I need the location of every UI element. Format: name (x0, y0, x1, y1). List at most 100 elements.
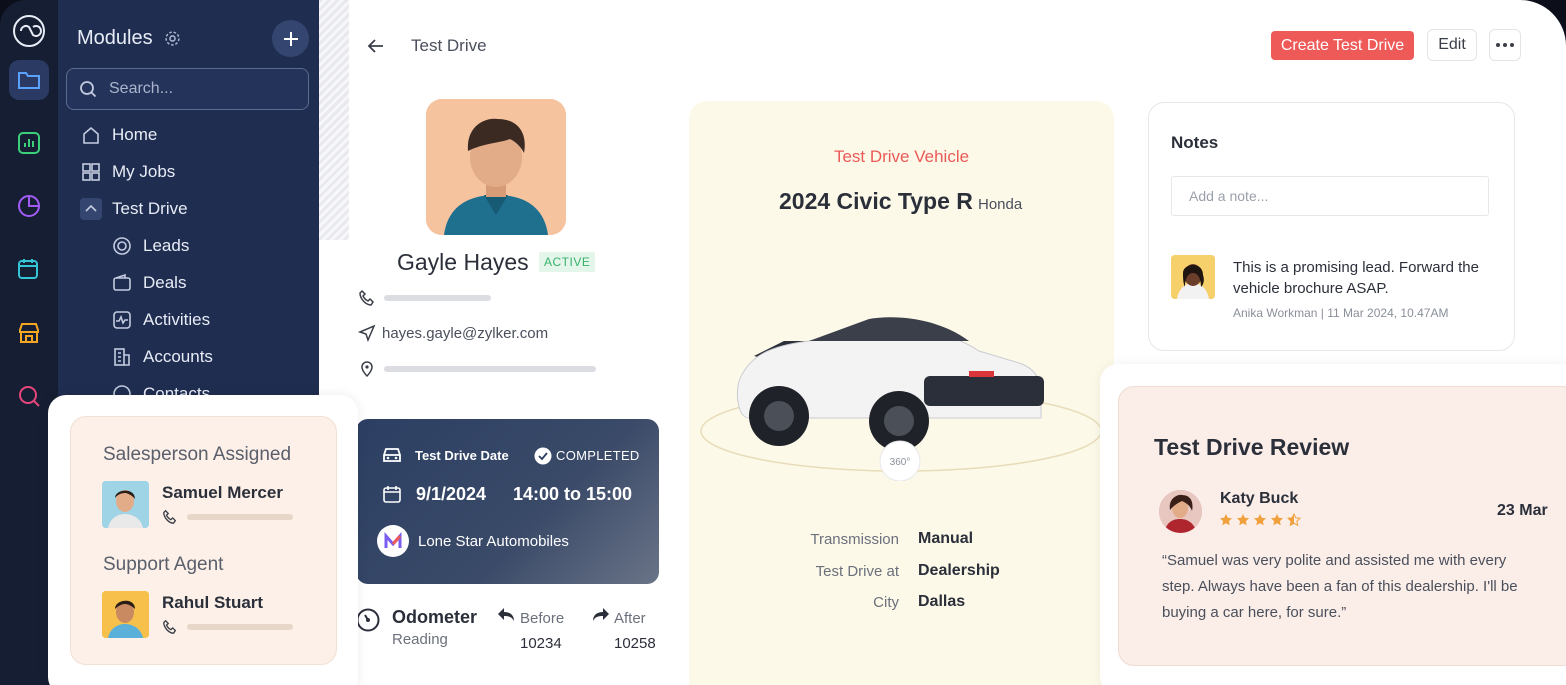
odometer-before-value: 10234 (520, 635, 562, 652)
dealer-name: Lone Star Automobiles (418, 533, 569, 550)
send-icon (358, 324, 376, 342)
test-drive-date-card: Test Drive Date COMPLETED 9/1/2024 14:00… (356, 419, 659, 584)
calendar-icon (383, 486, 401, 503)
note-author-avatar (1171, 255, 1215, 299)
review-quote: “Samuel was very polite and assisted me … (1162, 552, 1518, 621)
note-text: This is a promising lead. Forward the ve… (1233, 259, 1479, 297)
home-icon (80, 124, 102, 146)
grid-icon (80, 161, 102, 183)
store-icon[interactable] (9, 313, 49, 353)
sidebar-item-label: Accounts (143, 347, 213, 366)
odometer-after-label: After (614, 610, 646, 627)
add-note-input[interactable]: Add a note... (1171, 176, 1489, 216)
reviewer-avatar (1159, 490, 1202, 533)
wallet-icon (111, 272, 133, 294)
pie-chart-icon[interactable] (9, 186, 49, 226)
reviewer-name: Katy Buck (1220, 490, 1299, 507)
salesperson-phone (162, 509, 293, 525)
notes-card: Notes Add a note... This is a promising … (1148, 102, 1515, 351)
target-icon (111, 235, 133, 257)
sidebar-title: Modules (77, 27, 153, 49)
sidebar-item-label: Activities (143, 310, 211, 329)
phone-icon (163, 619, 177, 634)
spec-value-transmission: Manual (918, 530, 974, 547)
note-meta: Anika Workman | 11 Mar 2024, 10.47AM (1233, 306, 1449, 320)
gear-icon[interactable] (164, 30, 181, 52)
test-drive-date: 9/1/2024 (416, 484, 487, 504)
star-icon (1271, 514, 1283, 526)
car-icon (383, 448, 401, 462)
app-logo-icon[interactable] (9, 11, 49, 51)
search-placeholder: Search... (109, 80, 174, 97)
support-agent-phone (162, 619, 293, 635)
odometer-title: Odometer (392, 607, 478, 627)
sidebar-item-accounts[interactable]: Accounts (111, 342, 213, 372)
star-icon (1237, 514, 1249, 526)
search-input[interactable]: Search... (66, 68, 309, 110)
sidebar-item-my-jobs[interactable]: My Jobs (80, 157, 175, 187)
odometer-after-value: 10258 (614, 635, 656, 652)
chevron-up-icon (80, 198, 102, 220)
vehicle-model: 2024 Civic Type R (779, 188, 973, 214)
building-icon (111, 346, 133, 368)
review-title: Test Drive Review (1154, 434, 1350, 460)
customer-email[interactable]: hayes.gayle@zylker.com (382, 325, 548, 342)
spec-value-city: Dallas (918, 593, 966, 610)
notes-title: Notes (1171, 133, 1219, 152)
breadcrumb: Test Drive (411, 36, 487, 55)
spec-key-city: City (873, 594, 899, 611)
sidebar-item-leads[interactable]: Leads (111, 231, 189, 261)
search-icon (79, 80, 97, 103)
spec-value-test-drive-at: Dealership (918, 562, 1000, 579)
spec-key-transmission: Transmission (810, 531, 899, 548)
sidebar-item-activities[interactable]: Activities (111, 305, 210, 335)
search-analytics-icon[interactable] (9, 376, 49, 416)
calendar-edit-icon[interactable] (9, 249, 49, 289)
vehicle-section-label: Test Drive Vehicle (833, 147, 970, 166)
sidebar-item-home[interactable]: Home (80, 120, 157, 150)
sidebar-item-label: My Jobs (112, 162, 176, 181)
location-row (358, 360, 596, 378)
back-arrow-icon[interactable] (367, 37, 385, 60)
forward-arrow-icon (593, 608, 609, 621)
review-date: 23 Mar (1497, 502, 1548, 519)
activity-icon (111, 309, 133, 331)
test-drive-date-label: Test Drive Date (415, 448, 509, 463)
test-drive-status: COMPLETED (556, 448, 640, 463)
customer-name: Gayle Hayes (397, 249, 529, 275)
review-card: Test Drive Review Katy Buck 23 Mar “Samu… (1118, 386, 1566, 666)
svg-text:360°: 360° (890, 457, 911, 468)
add-module-button[interactable] (272, 20, 309, 57)
folder-icon[interactable] (9, 60, 49, 100)
test-drive-time: 14:00 to 15:00 (513, 484, 633, 504)
phone-icon (359, 289, 374, 306)
status-badge: ACTIVE (539, 252, 596, 272)
salesperson-avatar (102, 481, 149, 528)
location-pin-icon (361, 361, 373, 378)
check-circle-icon (534, 447, 552, 465)
half-star-icon (1287, 513, 1301, 527)
dealer-logo-icon (377, 525, 409, 557)
odometer-icon (356, 608, 380, 632)
support-agent-name: Rahul Stuart (162, 593, 264, 612)
odometer-before-label: Before (520, 610, 565, 627)
more-options-button[interactable] (1489, 29, 1521, 61)
spec-key-test-drive-at: Test Drive at (815, 563, 899, 580)
vehicle-brand: Honda (978, 196, 1023, 213)
sidebar-item-label: Leads (143, 236, 190, 255)
rating-stars (1219, 513, 1301, 527)
sidebar-item-test-drive[interactable]: Test Drive (80, 194, 188, 224)
more-dots-icon (1496, 43, 1514, 47)
email-row: hayes.gayle@zylker.com (358, 324, 548, 342)
report-icon[interactable] (9, 123, 49, 163)
sidebar-item-label: Deals (143, 273, 187, 292)
edit-button[interactable]: Edit (1427, 29, 1477, 61)
support-agent-label: Support Agent (103, 554, 224, 575)
phone-row (358, 289, 491, 307)
sidebar-item-deals[interactable]: Deals (111, 268, 186, 298)
reply-arrow-icon (498, 608, 514, 621)
vehicle-card: Test Drive Vehicle 2024 Civic Type R Hon… (689, 101, 1114, 685)
create-test-drive-button[interactable]: Create Test Drive (1271, 31, 1414, 60)
assignment-card: Salesperson Assigned Samuel Mercer Suppo… (70, 416, 337, 665)
phone-icon (163, 509, 177, 524)
